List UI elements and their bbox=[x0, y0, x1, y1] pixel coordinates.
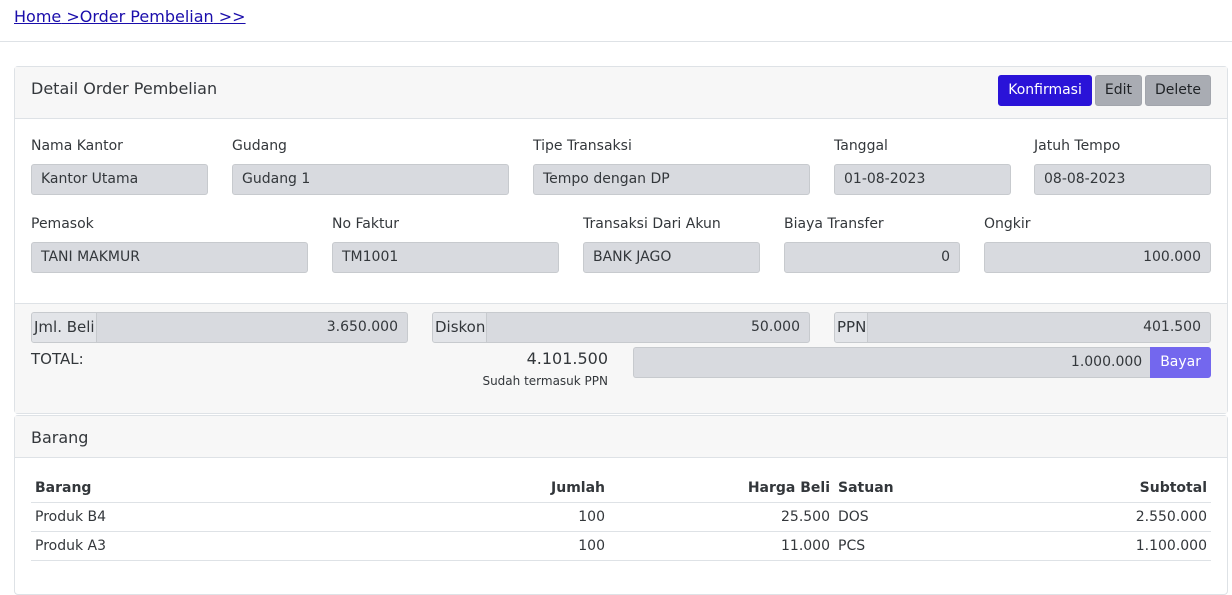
diskon-group: Diskon 50.000 bbox=[432, 312, 810, 343]
field-transaksi-akun: Transaksi Dari Akun BANK JAGO bbox=[583, 216, 760, 273]
column-header-satuan: Satuan bbox=[834, 472, 954, 503]
barang-card-title: Barang bbox=[31, 428, 89, 447]
total-value: 4.101.500 bbox=[526, 349, 608, 368]
field-tanggal: Tanggal 01-08-2023 bbox=[834, 138, 1011, 195]
diskon-input[interactable]: 50.000 bbox=[487, 313, 809, 342]
breadcrumb-home-link[interactable]: Home bbox=[14, 7, 61, 26]
confirm-button[interactable]: Konfirmasi bbox=[998, 75, 1092, 106]
field-label: Gudang bbox=[232, 138, 287, 154]
field-biaya-transfer: Biaya Transfer 0 bbox=[784, 216, 960, 273]
field-label: No Faktur bbox=[332, 216, 400, 232]
field-ongkir: Ongkir 100.000 bbox=[984, 216, 1211, 273]
cell-subtotal: 2.550.000 bbox=[954, 502, 1211, 532]
column-header-subtotal: Subtotal bbox=[954, 472, 1211, 503]
column-header-jumlah: Jumlah bbox=[316, 472, 609, 503]
cell-subtotal: 1.100.000 bbox=[954, 531, 1211, 561]
edit-button[interactable]: Edit bbox=[1094, 75, 1142, 106]
barang-card: Barang Barang Jumlah Harga Beli Satuan S… bbox=[14, 415, 1228, 595]
field-pemasok: Pemasok TANI MAKMUR bbox=[31, 216, 308, 273]
cell-satuan: PCS bbox=[834, 531, 954, 561]
column-header-barang: Barang bbox=[31, 472, 316, 503]
field-nama-kantor: Nama Kantor Kantor Utama bbox=[31, 138, 208, 195]
tanggal-input[interactable]: 01-08-2023 bbox=[834, 164, 1011, 195]
barang-table-wrap: Barang Jumlah Harga Beli Satuan Subtotal… bbox=[15, 458, 1227, 561]
no-faktur-input[interactable]: TM1001 bbox=[332, 242, 559, 273]
biaya-transfer-input[interactable]: 0 bbox=[784, 242, 960, 273]
field-label: Biaya Transfer bbox=[784, 216, 884, 232]
field-label: Tanggal bbox=[834, 138, 888, 154]
bayar-group: 1.000.000 Bayar bbox=[633, 347, 1211, 378]
detail-order-card: Detail Order Pembelian Konfirmasi Edit D… bbox=[14, 66, 1228, 414]
cell-jumlah: 100 bbox=[316, 502, 609, 532]
cell-jumlah: 100 bbox=[316, 531, 609, 561]
cell-barang: Produk A3 bbox=[31, 531, 316, 561]
table-header-row: Barang Jumlah Harga Beli Satuan Subtotal bbox=[31, 472, 1211, 503]
total-label: TOTAL: bbox=[31, 350, 84, 368]
delete-button[interactable]: Delete bbox=[1145, 75, 1211, 106]
gudang-input[interactable]: Gudang 1 bbox=[232, 164, 509, 195]
column-header-harga-beli: Harga Beli bbox=[609, 472, 834, 503]
field-no-faktur: No Faktur TM1001 bbox=[332, 216, 559, 273]
field-label: Jatuh Tempo bbox=[1034, 138, 1121, 154]
pemasok-input[interactable]: TANI MAKMUR bbox=[31, 242, 308, 273]
cell-harga-beli: 11.000 bbox=[609, 531, 834, 561]
total-note: Sudah termasuk PPN bbox=[482, 374, 608, 388]
nama-kantor-input[interactable]: Kantor Utama bbox=[31, 164, 208, 195]
jatuh-tempo-input[interactable]: 08-08-2023 bbox=[1034, 164, 1211, 195]
cell-barang: Produk B4 bbox=[31, 502, 316, 532]
top-bar: Home >Order Pembelian >> bbox=[0, 0, 1232, 42]
breadcrumb-separator: > bbox=[61, 7, 80, 26]
tipe-transaksi-input[interactable]: Tempo dengan DP bbox=[533, 164, 810, 195]
table-row: Produk B4 100 25.500 DOS 2.550.000 bbox=[31, 502, 1211, 532]
cell-harga-beli: 25.500 bbox=[609, 502, 834, 532]
jml-beli-group: Jml. Beli 3.650.000 bbox=[31, 312, 408, 343]
barang-card-header: Barang bbox=[15, 416, 1227, 458]
bayar-button[interactable]: Bayar bbox=[1150, 347, 1211, 378]
breadcrumb-separator-end: >> bbox=[213, 7, 246, 26]
breadcrumb: Home >Order Pembelian >> bbox=[14, 7, 246, 26]
detail-form: Nama Kantor Kantor Utama Gudang Gudang 1… bbox=[15, 119, 1227, 303]
ongkir-input[interactable]: 100.000 bbox=[984, 242, 1211, 273]
detail-card-title: Detail Order Pembelian bbox=[31, 79, 218, 98]
table-row: Produk A3 100 11.000 PCS 1.100.000 bbox=[31, 531, 1211, 561]
field-label: Transaksi Dari Akun bbox=[583, 216, 721, 232]
bayar-input[interactable]: 1.000.000 bbox=[633, 347, 1151, 378]
ppn-label: PPN bbox=[835, 313, 869, 342]
summary-section: Jml. Beli 3.650.000 Diskon 50.000 PPN 40… bbox=[15, 303, 1227, 413]
header-actions: Konfirmasi Edit Delete bbox=[998, 75, 1211, 106]
ppn-group: PPN 401.500 bbox=[834, 312, 1211, 343]
detail-card-header: Detail Order Pembelian Konfirmasi Edit D… bbox=[15, 67, 1227, 119]
field-label: Ongkir bbox=[984, 216, 1031, 232]
field-gudang: Gudang Gudang 1 bbox=[232, 138, 509, 195]
field-jatuh-tempo: Jatuh Tempo 08-08-2023 bbox=[1034, 138, 1211, 195]
barang-table: Barang Jumlah Harga Beli Satuan Subtotal… bbox=[31, 472, 1211, 561]
breadcrumb-current-link[interactable]: Order Pembelian bbox=[80, 7, 214, 26]
field-label: Tipe Transaksi bbox=[533, 138, 632, 154]
ppn-input[interactable]: 401.500 bbox=[868, 313, 1210, 342]
field-label: Pemasok bbox=[31, 216, 94, 232]
cell-satuan: DOS bbox=[834, 502, 954, 532]
jml-beli-label: Jml. Beli bbox=[32, 313, 97, 342]
field-tipe-transaksi: Tipe Transaksi Tempo dengan DP bbox=[533, 138, 810, 195]
transaksi-akun-input[interactable]: BANK JAGO bbox=[583, 242, 760, 273]
diskon-label: Diskon bbox=[433, 313, 488, 342]
field-label: Nama Kantor bbox=[31, 138, 123, 154]
jml-beli-input[interactable]: 3.650.000 bbox=[97, 313, 407, 342]
